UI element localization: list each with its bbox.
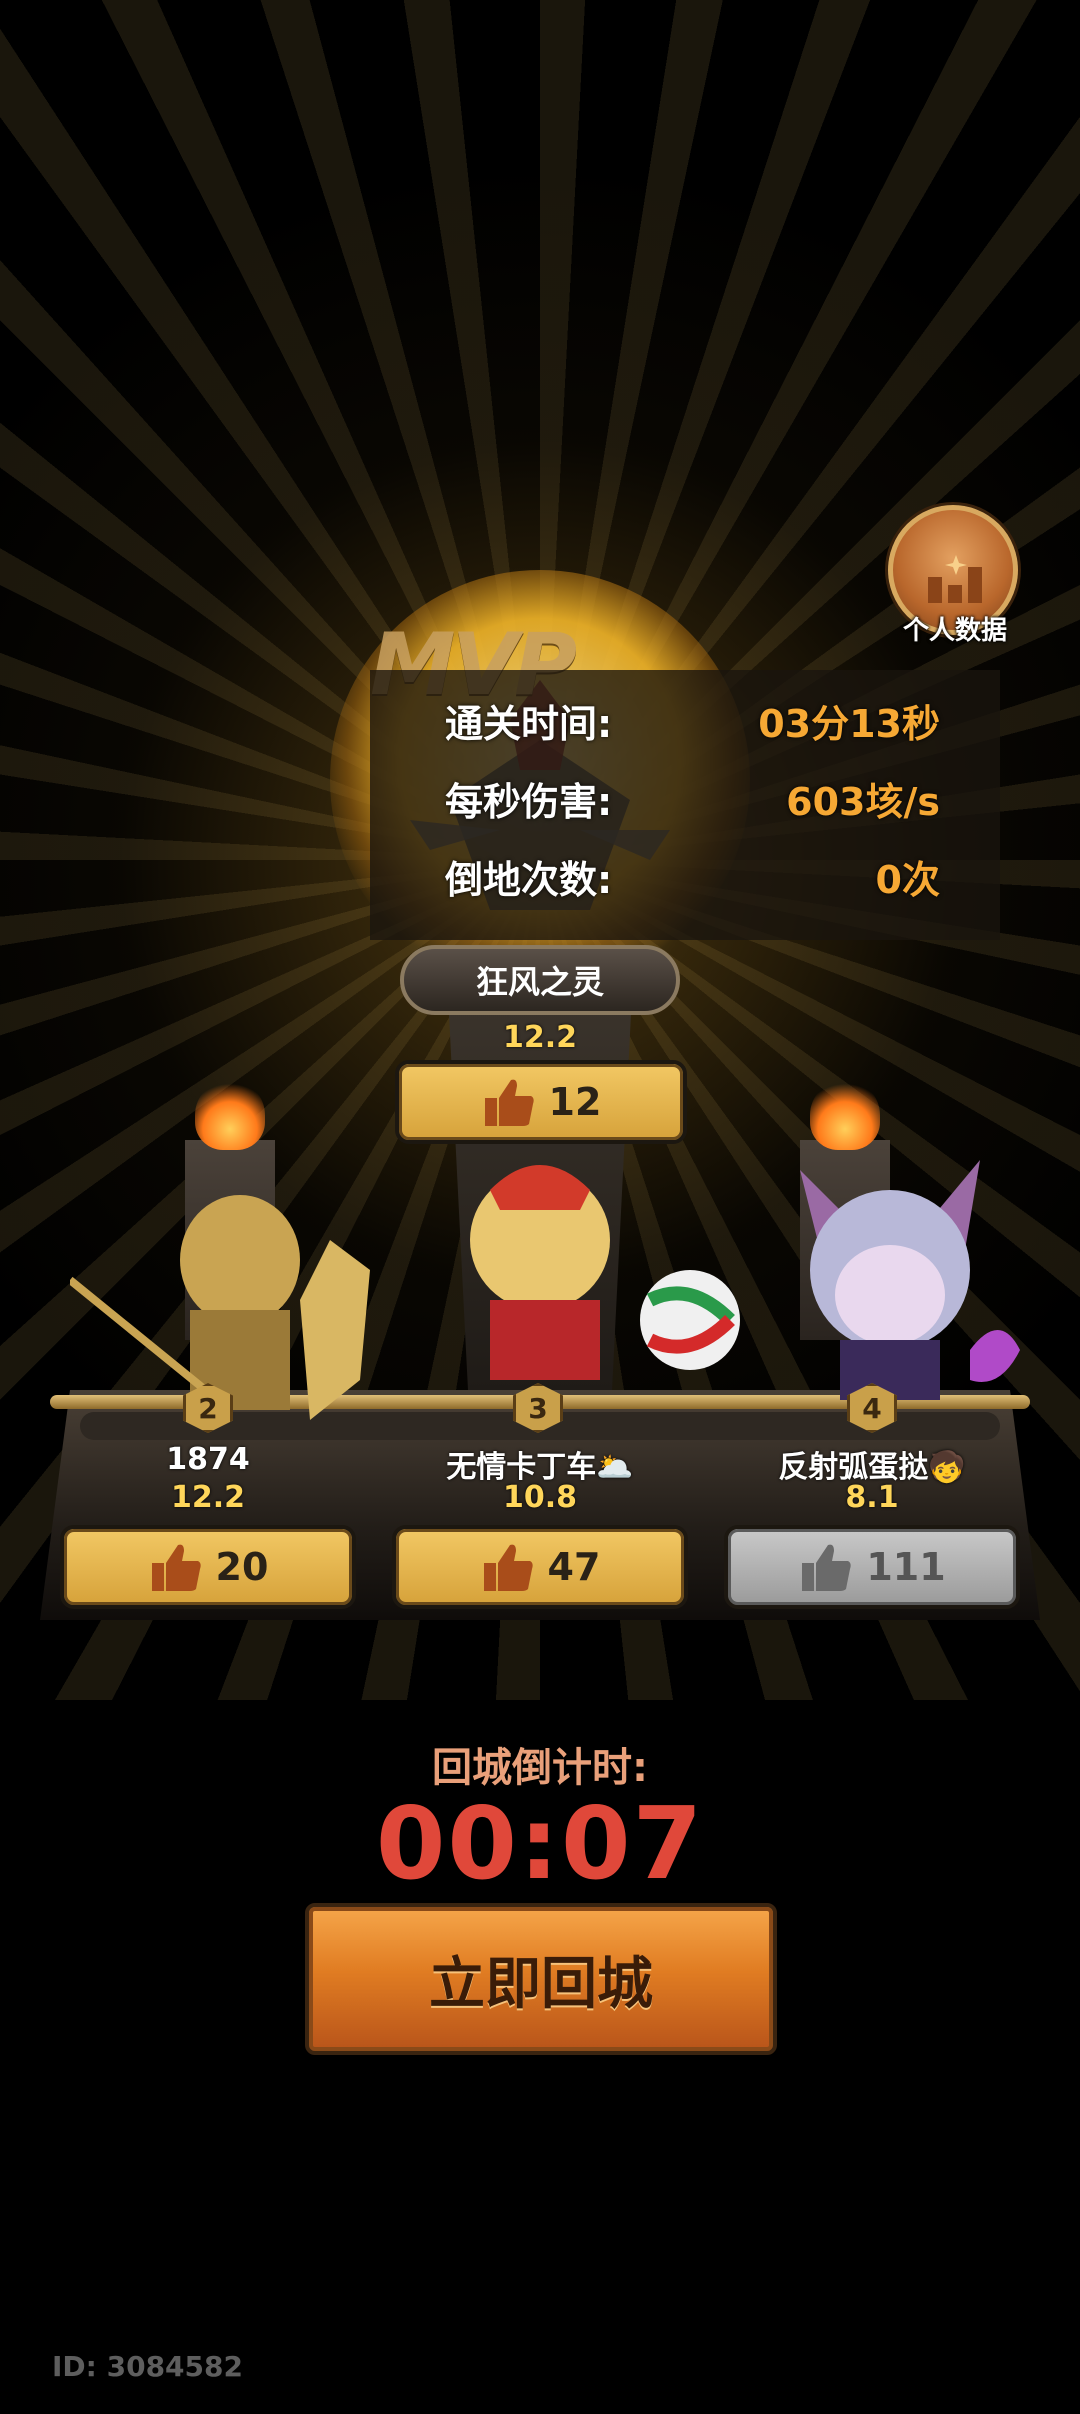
return-to-town-button[interactable]: 立即回城 bbox=[305, 1903, 777, 2055]
player-4-score: 8.1 bbox=[845, 1480, 899, 1515]
mvp-player-name: 狂风之灵 bbox=[475, 963, 604, 1001]
player-4-character-sprite bbox=[800, 1160, 1020, 1400]
player-2-score: 12.2 bbox=[170, 1480, 246, 1515]
personal-data-label: 个人数据 bbox=[902, 616, 1007, 646]
bar-chart-icon bbox=[928, 555, 982, 603]
thumbs-up-icon bbox=[151, 1544, 201, 1591]
knockdown-label: 倒地次数: bbox=[445, 858, 613, 902]
thumbs-up-icon bbox=[483, 1544, 533, 1591]
mvp-score: 12.2 bbox=[502, 1020, 578, 1055]
player-3-character-sprite bbox=[470, 1165, 740, 1380]
player-3-like-count: 47 bbox=[547, 1545, 601, 1589]
dps-value: 603垓/s bbox=[786, 780, 940, 824]
return-countdown-timer: 00:07 bbox=[375, 1785, 705, 1902]
player-4-like-count: 111 bbox=[866, 1545, 946, 1589]
clear-time-value: 03分13秒 bbox=[758, 702, 940, 746]
return-to-town-label: 立即回城 bbox=[429, 1951, 653, 2017]
player-2-name: 1874 bbox=[166, 1442, 250, 1477]
left-flame-icon bbox=[195, 1080, 265, 1150]
player-2-like-button[interactable]: 20 bbox=[60, 1525, 356, 1609]
rank-number: 4 bbox=[862, 1391, 882, 1425]
rank-number: 2 bbox=[198, 1391, 218, 1425]
right-flame-icon bbox=[810, 1080, 880, 1150]
player-4-like-button[interactable]: 111 bbox=[724, 1525, 1020, 1609]
clear-time-label: 通关时间: bbox=[445, 702, 613, 746]
user-id-label: ID: 3084582 bbox=[52, 2350, 243, 2383]
thumbs-up-icon bbox=[802, 1544, 851, 1591]
player-3-score: 10.8 bbox=[502, 1480, 578, 1515]
mvp-like-button[interactable]: 12 bbox=[395, 1060, 687, 1144]
player-2-like-count: 20 bbox=[215, 1545, 269, 1589]
rank-number: 3 bbox=[528, 1391, 548, 1425]
thumbs-up-icon bbox=[484, 1079, 534, 1126]
player-3-like-button[interactable]: 47 bbox=[392, 1525, 688, 1609]
dps-label: 每秒伤害: bbox=[445, 780, 613, 824]
knockdown-value: 0次 bbox=[875, 858, 940, 902]
mvp-like-count: 12 bbox=[548, 1080, 602, 1124]
